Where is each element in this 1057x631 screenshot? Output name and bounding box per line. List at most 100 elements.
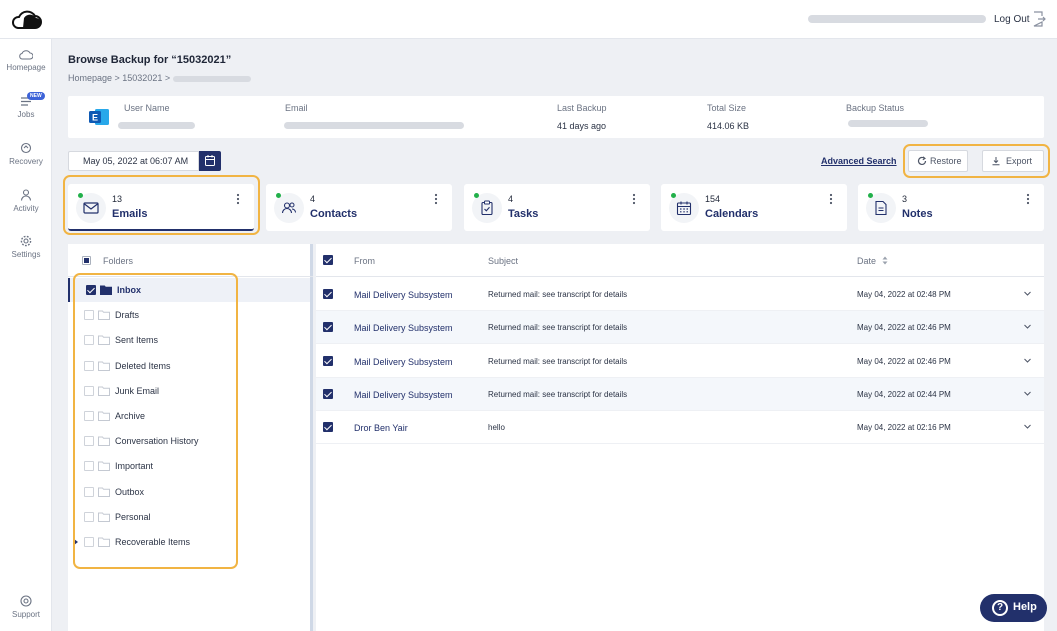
- restore-icon: [917, 156, 927, 166]
- sidebar-item-label: Support: [11, 610, 41, 619]
- cloud-logo-icon[interactable]: [10, 8, 42, 30]
- breadcrumb[interactable]: Homepage > 15032021 >: [68, 73, 252, 83]
- question-icon: ?: [992, 600, 1008, 616]
- backup-date-picker[interactable]: May 05, 2022 at 06:07 AM: [68, 151, 199, 171]
- chevron-down-icon[interactable]: [1023, 356, 1032, 365]
- mail-checkbox[interactable]: [323, 388, 333, 399]
- support-icon: [20, 595, 32, 607]
- tile-label: Tasks: [508, 208, 539, 220]
- mail-row[interactable]: Mail Delivery Subsystem Returned mail: se…: [316, 377, 1044, 411]
- calendar-button[interactable]: [199, 151, 221, 171]
- tile-contacts[interactable]: 4 Contacts: [266, 184, 452, 231]
- download-icon: [992, 157, 1000, 166]
- tile-count: 3: [902, 194, 908, 204]
- tile-notes[interactable]: 3 Notes: [858, 184, 1044, 231]
- logout-button[interactable]: Log Out: [994, 14, 1030, 25]
- sidebar-item-label: Settings: [11, 250, 41, 259]
- mail-row[interactable]: Dror Ben Yair hello May 04, 2022 at 02:16 …: [316, 411, 1044, 445]
- sidebar-item-homepage[interactable]: Homepage: [0, 49, 52, 72]
- restore-button[interactable]: Restore: [908, 150, 968, 172]
- chevron-down-icon[interactable]: [1023, 322, 1032, 331]
- restore-label: Restore: [930, 156, 962, 166]
- tasks-icon: [481, 200, 493, 216]
- chevron-down-icon[interactable]: [1023, 389, 1032, 398]
- mail-checkbox[interactable]: [323, 289, 333, 299]
- mail-date: May 04, 2022 at 02:46 PM: [857, 323, 951, 333]
- notes-icon: [875, 200, 887, 216]
- last-backup-value: 41 days ago: [557, 121, 607, 131]
- sidebar-item-recovery[interactable]: Recovery: [0, 142, 52, 166]
- mail-table-header: From Subject Date: [316, 244, 1044, 277]
- user-email-redacted: [808, 15, 986, 23]
- chevron-down-icon[interactable]: [1023, 422, 1032, 431]
- kebab-menu-icon[interactable]: [434, 193, 438, 205]
- breadcrumb-redacted: [173, 75, 252, 82]
- mail-row[interactable]: Mail Delivery Subsystem Returned mail: se…: [316, 278, 1044, 311]
- kebab-menu-icon[interactable]: [829, 193, 833, 205]
- tile-calendars[interactable]: 154 Calendars: [661, 184, 847, 231]
- help-label: Help: [1013, 601, 1037, 613]
- kebab-menu-icon[interactable]: [632, 193, 636, 205]
- mail-from: Mail Delivery Subsystem: [354, 323, 453, 334]
- sidebar-item-activity[interactable]: Activity: [0, 189, 52, 213]
- sidebar-item-jobs[interactable]: NEW Jobs: [0, 92, 52, 119]
- mail-checkbox[interactable]: [323, 322, 333, 333]
- mail-date: May 04, 2022 at 02:16 PM: [857, 423, 951, 433]
- select-all-mails-checkbox[interactable]: [323, 255, 333, 265]
- column-subject[interactable]: Subject: [488, 256, 518, 266]
- mail-row[interactable]: Mail Delivery Subsystem Returned mail: se…: [316, 311, 1044, 345]
- sidebar-item-label: Homepage: [6, 63, 46, 72]
- contacts-icon: [281, 202, 296, 214]
- svg-text:E: E: [92, 113, 98, 123]
- mail-checkbox[interactable]: [323, 355, 333, 366]
- mail-row[interactable]: Mail Delivery Subsystem Returned mail: se…: [316, 345, 1044, 378]
- help-button[interactable]: ? Help: [980, 594, 1047, 622]
- email-redacted: [284, 122, 464, 129]
- sidebar-item-label: Recovery: [9, 157, 43, 166]
- export-button[interactable]: Export: [982, 150, 1044, 172]
- mail-checkbox[interactable]: [323, 422, 333, 433]
- sidebar: Homepage NEW Jobs Recovery Activity Sett…: [0, 39, 52, 631]
- kebab-menu-icon[interactable]: [1026, 193, 1030, 205]
- mail-subject: hello: [488, 423, 505, 433]
- chevron-down-icon[interactable]: [1023, 289, 1032, 298]
- mail-subject: Returned mail: see transcript for detail…: [488, 290, 628, 299]
- tile-count: 4: [310, 194, 316, 204]
- outlook-icon: E: [89, 109, 109, 125]
- mail-from: Dror Ben Yair: [354, 423, 408, 434]
- cloud-icon: [19, 50, 33, 60]
- folders-header-label: Folders: [103, 256, 134, 266]
- status-dot: [474, 193, 479, 198]
- column-date[interactable]: Date: [857, 256, 876, 266]
- backup-status-redacted: [848, 120, 928, 127]
- highlight-emails-tile: [63, 175, 260, 235]
- mail-subject: Returned mail: see transcript for detail…: [488, 389, 628, 399]
- total-size-value: 414.06 KB: [707, 121, 750, 131]
- mail-from: Mail Delivery Subsystem: [354, 290, 453, 300]
- calendar-icon: [205, 155, 215, 166]
- user-name-label: User Name: [124, 103, 170, 113]
- status-dot: [671, 193, 676, 198]
- tile-tasks[interactable]: 4 Tasks: [464, 184, 650, 231]
- column-from[interactable]: From: [354, 256, 375, 266]
- sort-icon[interactable]: [882, 256, 888, 265]
- breadcrumb-text[interactable]: Homepage > 15032021 >: [68, 73, 170, 83]
- backup-info-card: E User Name Email Last Backup 41 days ag…: [68, 96, 1044, 138]
- tile-label: Contacts: [310, 208, 358, 220]
- select-all-folders-checkbox[interactable]: [82, 256, 91, 265]
- tile-count: 4: [508, 194, 514, 204]
- tile-label: Calendars: [705, 208, 759, 220]
- mail-subject: Returned mail: see transcript for detail…: [488, 323, 628, 333]
- calendar-icon: [676, 201, 692, 216]
- sidebar-item-settings[interactable]: Settings: [0, 235, 52, 259]
- tile-label: Notes: [902, 208, 933, 220]
- status-dot: [868, 193, 873, 198]
- advanced-search-link[interactable]: Advanced Search: [821, 156, 897, 166]
- mail-from: Mail Delivery Subsystem: [354, 356, 453, 367]
- status-dot: [276, 193, 281, 198]
- sidebar-item-support[interactable]: Support: [0, 595, 52, 619]
- mail-date: May 04, 2022 at 02:48 PM: [857, 290, 951, 299]
- tile-count: 154: [705, 194, 721, 204]
- page-title: Browse Backup for “15032021”: [68, 54, 232, 66]
- logout-icon[interactable]: [1032, 11, 1046, 27]
